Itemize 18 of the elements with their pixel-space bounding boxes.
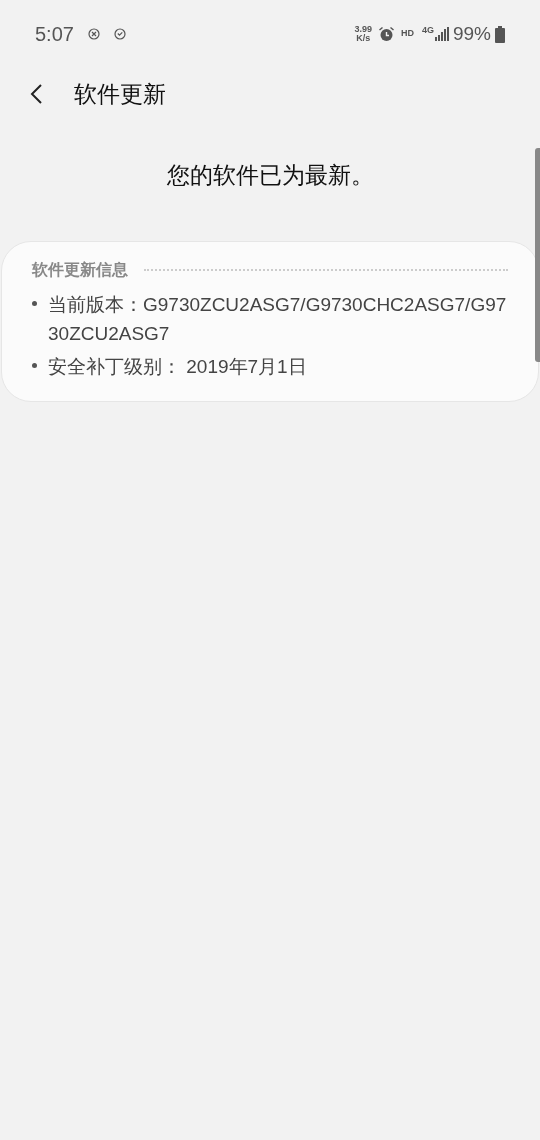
info-text: 安全补丁级别： 2019年7月1日 — [48, 354, 307, 379]
alarm-clock-icon — [377, 25, 395, 43]
battery-percent: 99% — [452, 21, 491, 46]
status-message: 您的软件已为最新。 — [165, 161, 375, 190]
battery-icon — [495, 25, 505, 43]
card-title: 软件更新信息 — [32, 259, 128, 280]
speed-unit: K/s — [356, 34, 371, 43]
check-circle-icon — [113, 28, 126, 40]
network-speed: 3.99 — [354, 25, 372, 34]
hd-label: HD — [400, 27, 414, 41]
network-type: 4G — [421, 24, 434, 37]
status-time: 5:07 — [35, 22, 74, 47]
close-circle-icon — [87, 28, 100, 40]
bullet-icon — [32, 362, 37, 368]
page-title: 软件更新 — [74, 79, 166, 109]
bullet-icon — [32, 300, 37, 306]
signal-icon — [434, 27, 449, 41]
info-text: 当前版本：G9730ZCU2ASG7/G9730CHC2ASG7/G9730ZCU2ASG7 — [48, 292, 508, 346]
